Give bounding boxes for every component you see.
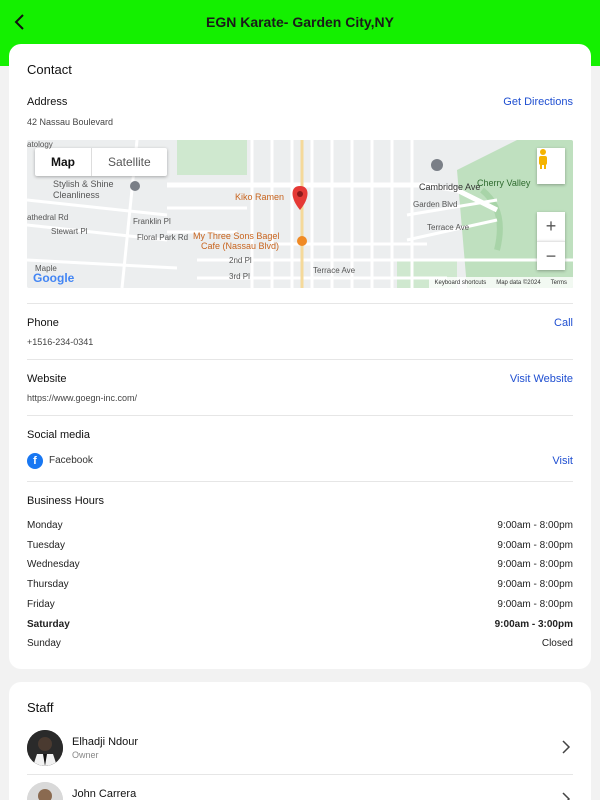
- page-title: EGN Karate- Garden City,NY: [205, 14, 394, 30]
- contact-card: Contact Address Get Directions 42 Nassau…: [9, 44, 591, 669]
- address-value: 42 Nassau Boulevard: [27, 117, 114, 127]
- hours-row: Tuesday 9:00am - 8:00pm: [27, 540, 573, 551]
- pegman-icon: [539, 149, 547, 169]
- hours-row: Monday 9:00am - 8:00pm: [27, 520, 573, 531]
- hours-row: Saturday 9:00am - 3:00pm: [27, 619, 573, 630]
- hours-time: 9:00am - 8:00pm: [497, 559, 573, 571]
- phone-label: Phone: [27, 317, 59, 329]
- satellite-tab[interactable]: Satellite: [91, 148, 167, 176]
- terms-link[interactable]: Terms: [551, 280, 567, 286]
- hours-time: 9:00am - 8:00pm: [497, 539, 573, 551]
- visit-facebook-link[interactable]: Visit: [552, 455, 573, 467]
- hours-day: Monday: [27, 520, 63, 531]
- map-label-garden-blvd: Garden Blvd: [413, 200, 458, 209]
- facebook-icon: f: [27, 453, 43, 469]
- avatar: [27, 730, 63, 766]
- map-label-3rd-pl: 3rd Pl: [229, 272, 250, 281]
- hours-day: Thursday: [27, 579, 69, 591]
- visit-website-link[interactable]: Visit Website: [510, 373, 573, 385]
- street-view-button[interactable]: [537, 148, 565, 184]
- staff-section-title: Staff: [27, 700, 54, 715]
- map-label-stewart: Stewart Pl: [51, 227, 88, 236]
- get-directions-link[interactable]: Get Directions: [503, 96, 573, 108]
- hours-day: Tuesday: [27, 539, 65, 551]
- map-label-stylish: Stylish & Shine: [53, 179, 114, 189]
- hours-row: Friday 9:00am - 8:00pm: [27, 599, 573, 610]
- hours-time: 9:00am - 8:00pm: [497, 579, 573, 591]
- social-media-label: Social media: [27, 429, 90, 441]
- hours-day: Friday: [27, 598, 55, 610]
- hours-time: Closed: [541, 638, 573, 650]
- map-label-kiko[interactable]: Kiko Ramen: [235, 192, 284, 202]
- staff-name: John Carrera: [72, 788, 137, 800]
- staff-row[interactable]: John Carrera: [27, 782, 573, 800]
- map-type-toggle: Map Satellite: [35, 148, 167, 176]
- map-data-text: Map data ©2024: [496, 279, 541, 286]
- divider: [27, 481, 573, 482]
- hours-day: Wednesday: [27, 559, 80, 571]
- business-hours-label: Business Hours: [27, 495, 105, 507]
- map-tab[interactable]: Map: [35, 148, 91, 176]
- divider: [27, 303, 573, 304]
- hours-time: 9:00am - 8:00pm: [497, 598, 573, 610]
- map-label-atology: atology: [27, 140, 53, 149]
- map-label-cambridge: Cambridge Ave: [419, 182, 481, 192]
- phone-value: +1516-234-0341: [27, 337, 94, 347]
- call-link[interactable]: Call: [554, 317, 573, 329]
- map-label-2nd-pl: 2nd Pl: [229, 256, 252, 265]
- map-label-cathedral: athedral Rd: [27, 213, 69, 222]
- map-label-terrace-ave-2: Terrace Ave: [427, 223, 470, 232]
- zoom-out-button[interactable]: −: [537, 241, 565, 270]
- address-label: Address: [27, 96, 68, 108]
- chevron-right-icon: [562, 792, 571, 800]
- map-label-bagel[interactable]: My Three Sons Bagel: [193, 231, 279, 241]
- avatar: [27, 782, 63, 800]
- hours-day: Saturday: [27, 618, 70, 630]
- map-footer: Keyboard shortcuts Map data ©2024 Terms: [428, 277, 573, 288]
- map-label-cherry-valley: Cherry Valley: [477, 178, 531, 188]
- hours-day: Sunday: [27, 638, 61, 650]
- map[interactable]: Map Satellite + − atology Stylish & Shin…: [27, 140, 573, 288]
- staff-card: Staff Elhadji Ndour Owner John Carrera: [9, 682, 591, 800]
- hours-time: 9:00am - 8:00pm: [497, 520, 573, 531]
- staff-row[interactable]: Elhadji Ndour Owner: [27, 730, 573, 770]
- map-label-bagel-cafe[interactable]: Cafe (Nassau Blvd): [201, 241, 279, 251]
- hours-row: Thursday 9:00am - 8:00pm: [27, 579, 573, 590]
- contact-section-title: Contact: [27, 62, 72, 77]
- divider: [27, 415, 573, 416]
- staff-name: Elhadji Ndour: [72, 736, 139, 748]
- divider: [27, 359, 573, 360]
- google-logo: Google: [33, 271, 75, 285]
- website-value: https://www.goegn-inc.com/: [27, 393, 138, 403]
- map-label-cleanliness: Cleanliness: [53, 190, 100, 200]
- chevron-right-icon: [562, 740, 571, 754]
- hours-row: Wednesday 9:00am - 8:00pm: [27, 559, 573, 570]
- staff-role: Owner: [72, 750, 99, 760]
- map-label-floral: Floral Park Rd: [137, 233, 189, 242]
- facebook-label: Facebook: [49, 455, 93, 466]
- map-label-franklin: Franklin Pl: [133, 217, 171, 226]
- website-label: Website: [27, 373, 67, 385]
- zoom-in-button[interactable]: +: [537, 212, 565, 241]
- hours-row: Sunday Closed: [27, 638, 573, 649]
- keyboard-shortcuts-link[interactable]: Keyboard shortcuts: [435, 280, 487, 286]
- map-label-terrace-ave: Terrace Ave: [313, 266, 356, 275]
- hours-time: 9:00am - 3:00pm: [494, 618, 573, 630]
- divider: [27, 774, 573, 775]
